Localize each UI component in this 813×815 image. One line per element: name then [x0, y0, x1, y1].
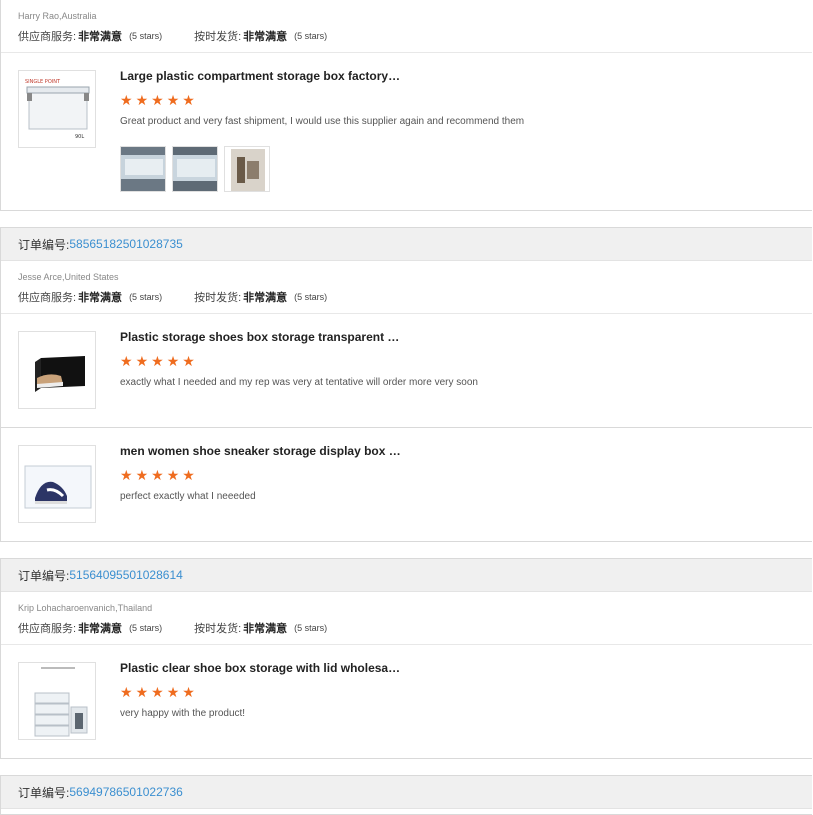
ontime-delivery-rating: 非常满意: [243, 623, 288, 635]
star-icon: ★: [166, 467, 180, 483]
star-icon: ★: [151, 92, 164, 108]
review-comment: very happy with the product!: [120, 708, 246, 719]
thumb-size: 90L: [75, 134, 84, 140]
star-icon: ★: [151, 467, 164, 483]
supplier-service-label: 供应商服务:: [18, 31, 77, 43]
review-item: SINGLE POINT 90L Large plastic compartme…: [1, 53, 812, 210]
supplier-service-label: 供应商服务:: [18, 292, 77, 304]
buyer-info: Jesse Arce,United States 供应商服务: 非常满意 (5 st…: [1, 261, 812, 314]
star-icon: ★: [151, 684, 164, 700]
review-photo[interactable]: [224, 146, 270, 192]
star-icon: ★: [135, 684, 149, 700]
ontime-delivery-label: 按时发货:: [194, 31, 242, 43]
star-icon: ★: [166, 353, 180, 369]
star-rating: ★ ★ ★ ★ ★: [120, 468, 195, 482]
ontime-delivery-rating: 非常满意: [243, 292, 288, 304]
supplier-service-stars: (5 stars): [129, 623, 163, 633]
review-comment: exactly what I needed and my rep was ver…: [120, 377, 478, 388]
review-photos: [120, 146, 270, 192]
product-title[interactable]: Plastic clear shoe box storage with lid …: [120, 661, 400, 675]
product-title[interactable]: Large plastic compartment storage box fa…: [120, 69, 400, 83]
product-title[interactable]: Plastic storage shoes box storage transp…: [120, 330, 399, 344]
buyer-info: Krip Lohacharoenvanich,Thailand 供应商服务: 非常…: [1, 592, 812, 645]
buyer-name: Krip Lohacharoenvanich,Thailand: [18, 603, 153, 613]
thumb-brand: SINGLE POINT: [25, 79, 61, 85]
buyer-name: Harry Rao,Australia: [18, 11, 97, 21]
supplier-service-rating: 非常满意: [78, 292, 123, 304]
star-icon: ★: [182, 684, 195, 700]
review-card: 订单编号: 58565182501028735 Jesse Arce,Unite…: [0, 227, 812, 542]
supplier-service-stars: (5 stars): [129, 292, 163, 302]
buyer-name: Jesse Arce,United States: [18, 272, 119, 282]
order-header: 订单编号: 58565182501028735: [1, 228, 812, 261]
star-icon: ★: [120, 92, 133, 108]
star-icon: ★: [135, 353, 149, 369]
clear-shoe-box-image[interactable]: [18, 445, 96, 523]
order-header: 订单编号: 51564095501028614: [1, 559, 812, 592]
ontime-delivery-label: 按时发货:: [194, 623, 242, 635]
supplier-service-label: 供应商服务:: [18, 623, 77, 635]
product-title[interactable]: men women shoe sneaker storage display b…: [120, 444, 401, 458]
review-card: 订单编号: 56949786501022736: [0, 775, 812, 815]
review-comment: Great product and very fast shipment, I …: [120, 116, 525, 127]
order-number-link[interactable]: 51564095501028614: [69, 568, 182, 582]
review-card: Harry Rao,Australia 供应商服务: 非常满意 (5 stars) …: [0, 0, 812, 211]
review-item: Plastic storage shoes box storage transp…: [1, 314, 812, 427]
star-icon: ★: [120, 467, 133, 483]
review-photo[interactable]: [120, 146, 166, 192]
supplier-service-rating: 非常满意: [78, 31, 123, 43]
ontime-delivery-rating: 非常满意: [243, 31, 288, 43]
star-rating: ★ ★ ★ ★ ★: [120, 354, 195, 368]
star-icon: ★: [151, 353, 164, 369]
ontime-delivery-stars: (5 stars): [294, 292, 328, 302]
stacked-shoe-boxes-image[interactable]: [18, 662, 96, 740]
star-rating: ★ ★ ★ ★ ★: [120, 93, 195, 107]
supplier-service-rating: 非常满意: [78, 623, 123, 635]
star-icon: ★: [166, 92, 180, 108]
review-photo[interactable]: [172, 146, 218, 192]
order-number-label: 订单编号:: [18, 785, 70, 800]
buyer-info: Harry Rao,Australia 供应商服务: 非常满意 (5 stars) …: [1, 0, 812, 53]
star-icon: ★: [120, 353, 133, 369]
star-icon: ★: [166, 684, 180, 700]
review-comment: perfect exactly what I neeeded: [120, 491, 256, 502]
ontime-delivery-stars: (5 stars): [294, 31, 328, 41]
order-number-label: 订单编号:: [18, 568, 70, 583]
star-icon: ★: [182, 467, 195, 483]
black-shoe-box-image[interactable]: [18, 331, 96, 409]
order-header: 订单编号: 56949786501022736: [1, 776, 812, 809]
supplier-service-stars: (5 stars): [129, 31, 163, 41]
order-number-label: 订单编号:: [18, 237, 70, 252]
star-icon: ★: [182, 92, 195, 108]
clear-storage-box-image[interactable]: SINGLE POINT 90L: [18, 70, 96, 148]
star-icon: ★: [135, 92, 149, 108]
order-number-link[interactable]: 58565182501028735: [69, 237, 182, 251]
star-icon: ★: [135, 467, 149, 483]
ontime-delivery-label: 按时发货:: [194, 292, 242, 304]
order-number-link[interactable]: 56949786501022736: [69, 785, 182, 799]
ontime-delivery-stars: (5 stars): [294, 623, 328, 633]
star-rating: ★ ★ ★ ★ ★: [120, 685, 195, 699]
star-icon: ★: [182, 353, 195, 369]
review-item: men women shoe sneaker storage display b…: [1, 427, 812, 540]
review-item: Plastic clear shoe box storage with lid …: [1, 645, 812, 758]
star-icon: ★: [120, 684, 133, 700]
review-card: 订单编号: 51564095501028614 Krip Lohacharoen…: [0, 558, 812, 759]
